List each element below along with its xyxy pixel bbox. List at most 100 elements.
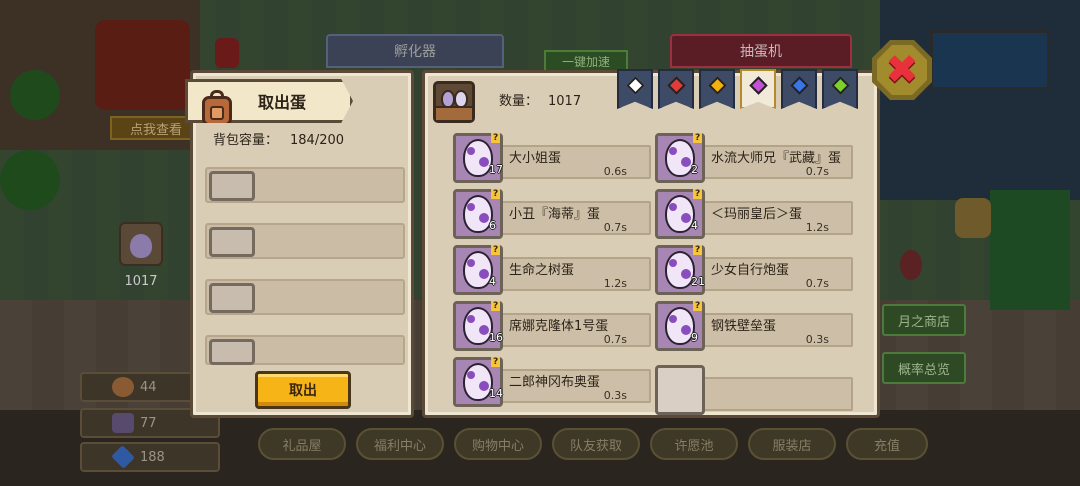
egg-counter[interactable]: 1017	[118, 222, 164, 289]
unknown-badge-icon: ?	[693, 189, 703, 199]
unknown-badge-icon: ?	[693, 245, 703, 255]
backpack-slot[interactable]	[205, 335, 405, 365]
panel-title: 取出蛋	[258, 93, 307, 112]
hatch-time: 0.3s	[603, 389, 627, 402]
panel-title-ribbon: 取出蛋	[185, 79, 353, 123]
green-wall	[990, 190, 1070, 310]
egg-quantity: 4	[691, 219, 698, 232]
backpack-slot[interactable]	[205, 223, 405, 259]
count-label: 数量：	[499, 94, 539, 109]
egg-card[interactable]: ? 4 ＜玛丽皇后＞蛋 1.2s	[655, 189, 853, 239]
filter-tab-3[interactable]	[699, 69, 735, 109]
backpack-slot[interactable]	[205, 279, 405, 315]
egg-card[interactable]: ? 17 大小姐蛋 0.6s	[453, 133, 651, 183]
unknown-badge-icon: ?	[491, 301, 501, 311]
resource-value: 77	[140, 415, 157, 431]
unknown-badge-icon: ?	[693, 133, 703, 143]
filter-tab-1[interactable]	[617, 69, 653, 109]
gem-icon	[830, 76, 850, 95]
close-icon: ✖	[885, 47, 919, 93]
hatch-time: 0.6s	[603, 165, 627, 178]
gem-icon	[748, 76, 768, 95]
nav-gift-house[interactable]: 礼品屋	[258, 428, 346, 460]
egg-card[interactable]: ? 21 少女自行炮蛋 0.7s	[655, 245, 853, 295]
egg-quantity: 4	[489, 275, 496, 288]
egg-card[interactable]: ? 9 钢铁壁垒蛋 0.3s	[655, 301, 853, 351]
filter-tab-2[interactable]	[658, 69, 694, 109]
egg-name: 少女自行炮蛋	[711, 263, 790, 278]
unknown-badge-icon: ?	[491, 245, 501, 255]
egg-inventory-panel: 数量： 1017 ? 17 大小姐蛋 0.6s? 2 水流大师兄『武藏』蛋 0.7s? 6 小丑『…	[422, 69, 880, 418]
lamp-icon	[900, 250, 922, 280]
egg-quantity: 21	[691, 275, 705, 288]
egg-basket-icon	[119, 222, 163, 266]
resource-value: 188	[140, 449, 165, 465]
nav-costume-shop[interactable]: 服装店	[748, 428, 836, 460]
tab-hatcher[interactable]: 孵化器	[326, 34, 504, 68]
egg-name: 生命之树蛋	[509, 263, 575, 278]
gem-icon	[789, 76, 809, 95]
resource-value: 44	[140, 379, 157, 395]
backpack-capacity: 背包容量： 184/200	[213, 129, 344, 148]
moon-shop-button[interactable]: 月之商店	[882, 304, 966, 336]
rarity-filter-tabs	[617, 69, 858, 109]
pool-water	[930, 30, 1050, 90]
player-character	[955, 198, 991, 238]
unknown-badge-icon: ?	[693, 301, 703, 311]
hatch-time: 0.7s	[603, 221, 627, 234]
tree-icon	[0, 150, 60, 210]
egg-card[interactable]: ? 16 席娜克隆体1号蛋 0.7s	[453, 301, 651, 351]
lion-dance-npc[interactable]	[95, 20, 190, 110]
nav-welfare-center[interactable]: 福利中心	[356, 428, 444, 460]
egg-counter-value: 1017	[124, 274, 158, 289]
hatch-time: 0.7s	[603, 333, 627, 346]
egg-quantity: 14	[489, 387, 503, 400]
egg-card[interactable]: ? 2 水流大师兄『武藏』蛋 0.7s	[655, 133, 853, 183]
hatch-time: 0.7s	[805, 277, 829, 290]
egg-card[interactable]: ? 14 二郎神冈布奥蛋 0.3s	[453, 357, 651, 407]
gem-icon	[625, 76, 645, 95]
nav-teammate-acquire[interactable]: 队友获取	[552, 428, 640, 460]
egg-name: ＜玛丽皇后＞蛋	[711, 207, 803, 222]
egg-name: 钢铁壁垒蛋	[711, 319, 777, 334]
nav-recharge[interactable]: 充值	[846, 428, 928, 460]
probability-overview-button[interactable]: 概率总览	[882, 352, 966, 384]
egg-quantity: 2	[691, 163, 698, 176]
egg-card[interactable]: ? 6 小丑『海蒂』蛋 0.7s	[453, 189, 651, 239]
take-out-button[interactable]: 取出	[255, 371, 351, 409]
filter-tab-6[interactable]	[822, 69, 858, 109]
egg-name: 二郎神冈布奥蛋	[509, 375, 601, 390]
gem-icon	[666, 76, 686, 95]
egg-basket-icon	[433, 81, 475, 123]
egg-name: 席娜克隆体1号蛋	[509, 319, 609, 334]
nav-shopping-center[interactable]: 购物中心	[454, 428, 542, 460]
filter-tab-5[interactable]	[781, 69, 817, 109]
take-out-egg-panel: 取出蛋 背包容量： 184/200 取出	[185, 70, 414, 418]
speed-up-button[interactable]: 一键加速	[544, 50, 628, 72]
empty-egg-slot[interactable]	[655, 365, 853, 415]
egg-quantity: 9	[691, 331, 698, 344]
orb-icon	[112, 377, 134, 397]
hatch-time: 0.3s	[805, 333, 829, 346]
egg-name: 小丑『海蒂』蛋	[509, 207, 601, 222]
hatch-time: 0.7s	[805, 165, 829, 178]
capacity-value: 184/200	[290, 133, 345, 148]
tree-icon	[10, 70, 60, 120]
tab-gacha[interactable]: 抽蛋机	[670, 34, 852, 68]
egg-quantity: 17	[489, 163, 503, 176]
egg-count: 数量： 1017	[499, 90, 581, 109]
lantern-icon	[215, 38, 239, 68]
egg-card[interactable]: ? 4 生命之树蛋 1.2s	[453, 245, 651, 295]
egg-quantity: 6	[489, 219, 496, 232]
egg-name: 水流大师兄『武藏』蛋	[711, 151, 842, 166]
nav-wishing-pool[interactable]: 许愿池	[650, 428, 738, 460]
unknown-badge-icon: ?	[491, 189, 501, 199]
hatch-time: 1.2s	[603, 277, 627, 290]
gem-icon	[707, 76, 727, 95]
close-button[interactable]: ✖	[872, 40, 932, 100]
backpack-slot[interactable]	[205, 167, 405, 203]
unknown-badge-icon: ?	[491, 357, 501, 367]
resource-diamond[interactable]: 188	[80, 442, 220, 472]
filter-tab-4[interactable]	[740, 69, 776, 109]
unknown-badge-icon: ?	[491, 133, 501, 143]
